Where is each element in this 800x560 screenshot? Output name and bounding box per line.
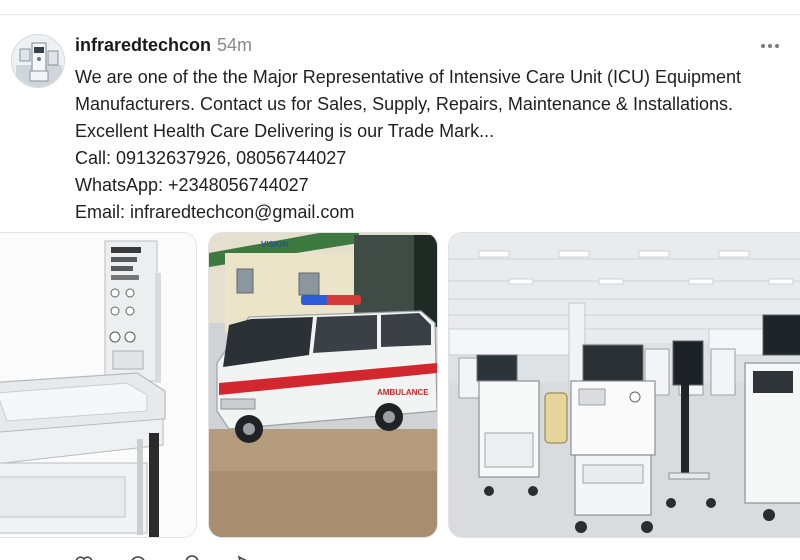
avatar[interactable] [11, 34, 65, 88]
post-card: infraredtechcon 54m We are one of the th… [0, 15, 800, 560]
media-image-incubator[interactable] [0, 232, 197, 538]
post-time: 54m [217, 35, 253, 55]
avatar-image [12, 35, 64, 87]
dot [775, 44, 779, 48]
dot [761, 44, 765, 48]
media-image-ambulance[interactable]: VISION AMBULANCE [208, 232, 438, 538]
media-carousel: VISION AMBULANCE [0, 232, 800, 538]
media-image-showroom[interactable] [448, 232, 800, 538]
like-icon[interactable] [75, 555, 93, 560]
post-text-line: Call: 09132637926, 08056744027 [75, 148, 347, 168]
username[interactable]: infraredtechcon [75, 35, 211, 56]
van-side-text: AMBULANCE [377, 388, 429, 397]
post-text: We are one of the the Major Representati… [75, 64, 775, 226]
more-options-icon[interactable] [756, 35, 784, 57]
post-text-line: Excellent Health Care Delivering is our … [75, 121, 495, 141]
showroom-photo [449, 233, 800, 537]
comment-icon[interactable] [129, 555, 147, 560]
repost-icon[interactable] [183, 555, 201, 560]
post-actions [75, 555, 255, 560]
ambulance-photo: VISION AMBULANCE [209, 233, 437, 537]
building-sign: VISION [261, 240, 288, 249]
incubator-photo [0, 233, 196, 537]
post-text-line: We are one of the the Major Representati… [75, 67, 741, 87]
post-header: infraredtechcon 54m [75, 35, 252, 57]
dot [768, 44, 772, 48]
post-text-line: Email: infraredtechcon@gmail.com [75, 202, 355, 222]
post-text-line: Manufacturers. Contact us for Sales, Sup… [75, 94, 733, 114]
share-icon[interactable] [237, 555, 255, 560]
post-text-line: WhatsApp: +2348056744027 [75, 175, 309, 195]
